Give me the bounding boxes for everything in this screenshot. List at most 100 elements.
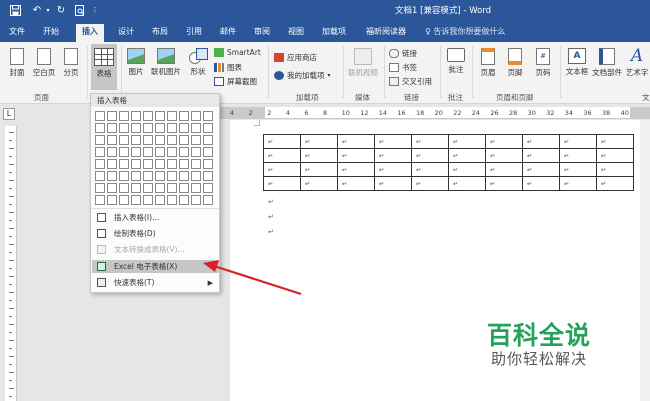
grid-cell[interactable] [155, 123, 165, 133]
table-cell[interactable]: ↵ [448, 134, 486, 149]
grid-cell[interactable] [143, 171, 153, 181]
table-cell[interactable]: ↵ [263, 148, 301, 163]
grid-cell[interactable] [191, 123, 201, 133]
tab-home[interactable]: 开始 [43, 24, 59, 42]
table-cell[interactable]: ↵ [448, 148, 486, 163]
tab-design[interactable]: 设计 [118, 24, 134, 42]
table-cell[interactable]: ↵ [448, 162, 486, 177]
tab-selector-button[interactable]: L [3, 108, 15, 120]
save-icon[interactable] [8, 3, 22, 17]
grid-cell[interactable] [131, 195, 141, 205]
link-button[interactable]: 链接 [389, 48, 417, 59]
grid-cell[interactable] [179, 183, 189, 193]
grid-cell[interactable] [191, 147, 201, 157]
table-cell[interactable]: ↵ [559, 134, 597, 149]
smartart-button[interactable]: SmartArt [214, 48, 261, 57]
online-video-button[interactable]: 联机视频 [347, 48, 379, 78]
page-number-button[interactable]: # 页码 [532, 48, 554, 78]
table-cell[interactable]: ↵ [374, 162, 412, 177]
grid-cell[interactable] [167, 111, 177, 121]
grid-cell[interactable] [191, 171, 201, 181]
table-cell[interactable]: ↵ [559, 176, 597, 191]
tab-file[interactable]: 文件 [9, 24, 25, 42]
tab-insert[interactable]: 插入 [76, 24, 104, 42]
my-addins-button[interactable]: 我的加载项 ▾ [274, 70, 331, 81]
grid-cell[interactable] [179, 195, 189, 205]
menu-excel-spreadsheet[interactable]: Excel 电子表格(X) [92, 260, 219, 273]
grid-cell[interactable] [155, 159, 165, 169]
grid-cell[interactable] [143, 111, 153, 121]
grid-cell[interactable] [167, 159, 177, 169]
grid-cell[interactable] [131, 135, 141, 145]
grid-cell[interactable] [119, 147, 129, 157]
table-cell[interactable]: ↵ [522, 162, 560, 177]
grid-cell[interactable] [167, 147, 177, 157]
grid-cell[interactable] [95, 147, 105, 157]
table-cell[interactable]: ↵ [411, 176, 449, 191]
textbox-button[interactable]: A 文本框 [564, 48, 590, 77]
grid-cell[interactable] [119, 123, 129, 133]
grid-cell[interactable] [179, 111, 189, 121]
grid-cell[interactable] [191, 135, 201, 145]
grid-cell[interactable] [119, 135, 129, 145]
footer-button[interactable]: 页脚 [504, 48, 526, 78]
grid-cell[interactable] [203, 111, 213, 121]
table-cell[interactable]: ↵ [337, 176, 375, 191]
grid-cell[interactable] [203, 147, 213, 157]
document-table[interactable]: ↵ ↵ ↵ ↵ ↵ ↵ ↵ ↵ ↵ ↵ ↵ ↵ ↵ ↵ ↵ ↵ ↵ ↵ ↵ ↵ ↵ ↵ ↵ ↵ ↵ ↵ ↵ ↵ ↵ ↵ ↵ ↵ ↵ ↵ ↵ ↵ ↵ ↵ ↵ ↵ [263, 134, 634, 191]
grid-cell[interactable] [167, 171, 177, 181]
table-button[interactable]: 表格 [91, 44, 117, 90]
page-break-button[interactable]: 分页 [60, 48, 82, 78]
table-cell[interactable]: ↵ [300, 162, 338, 177]
grid-cell[interactable] [131, 183, 141, 193]
redo-icon[interactable]: ↻ [55, 3, 67, 17]
grid-cell[interactable] [107, 111, 117, 121]
grid-cell[interactable] [191, 159, 201, 169]
undo-icon[interactable]: ↶ [30, 3, 44, 17]
tab-layout[interactable]: 布局 [152, 24, 168, 42]
grid-cell[interactable] [191, 183, 201, 193]
grid-cell[interactable] [203, 123, 213, 133]
tab-review[interactable]: 审阅 [254, 24, 270, 42]
cover-button[interactable]: 封面 [6, 48, 28, 78]
chart-button[interactable]: 图表 [214, 62, 242, 73]
table-cell[interactable]: ↵ [411, 134, 449, 149]
grid-cell[interactable] [95, 135, 105, 145]
header-button[interactable]: 页眉 [477, 48, 499, 78]
table-cell[interactable]: ↵ [485, 162, 523, 177]
grid-cell[interactable] [131, 147, 141, 157]
grid-cell[interactable] [167, 135, 177, 145]
grid-cell[interactable] [95, 111, 105, 121]
grid-cell[interactable] [167, 195, 177, 205]
grid-cell[interactable] [155, 135, 165, 145]
grid-cell[interactable] [155, 183, 165, 193]
grid-cell[interactable] [107, 159, 117, 169]
grid-cell[interactable] [119, 171, 129, 181]
grid-cell[interactable] [143, 195, 153, 205]
grid-cell[interactable] [203, 159, 213, 169]
grid-cell[interactable] [191, 111, 201, 121]
print-preview-icon[interactable] [72, 3, 86, 17]
table-cell[interactable]: ↵ [596, 148, 634, 163]
table-cell[interactable]: ↵ [337, 134, 375, 149]
grid-cell[interactable] [143, 159, 153, 169]
grid-cell[interactable] [155, 195, 165, 205]
menu-quick-tables[interactable]: 快速表格(T) ▶ [92, 276, 219, 289]
grid-cell[interactable] [95, 195, 105, 205]
grid-cell[interactable] [95, 171, 105, 181]
shapes-button[interactable]: 形状 [186, 48, 210, 77]
grid-cell[interactable] [143, 147, 153, 157]
tab-view[interactable]: 视图 [288, 24, 304, 42]
table-cell[interactable]: ↵ [300, 134, 338, 149]
grid-cell[interactable] [107, 171, 117, 181]
grid-cell[interactable] [131, 159, 141, 169]
grid-cell[interactable] [119, 159, 129, 169]
undo-dropdown-icon[interactable]: ▾ [44, 3, 52, 17]
grid-cell[interactable] [191, 195, 201, 205]
grid-cell[interactable] [155, 171, 165, 181]
table-cell[interactable]: ↵ [448, 176, 486, 191]
grid-cell[interactable] [95, 159, 105, 169]
grid-cell[interactable] [179, 159, 189, 169]
customize-icon[interactable]: ⋮ [90, 3, 100, 17]
grid-cell[interactable] [179, 171, 189, 181]
